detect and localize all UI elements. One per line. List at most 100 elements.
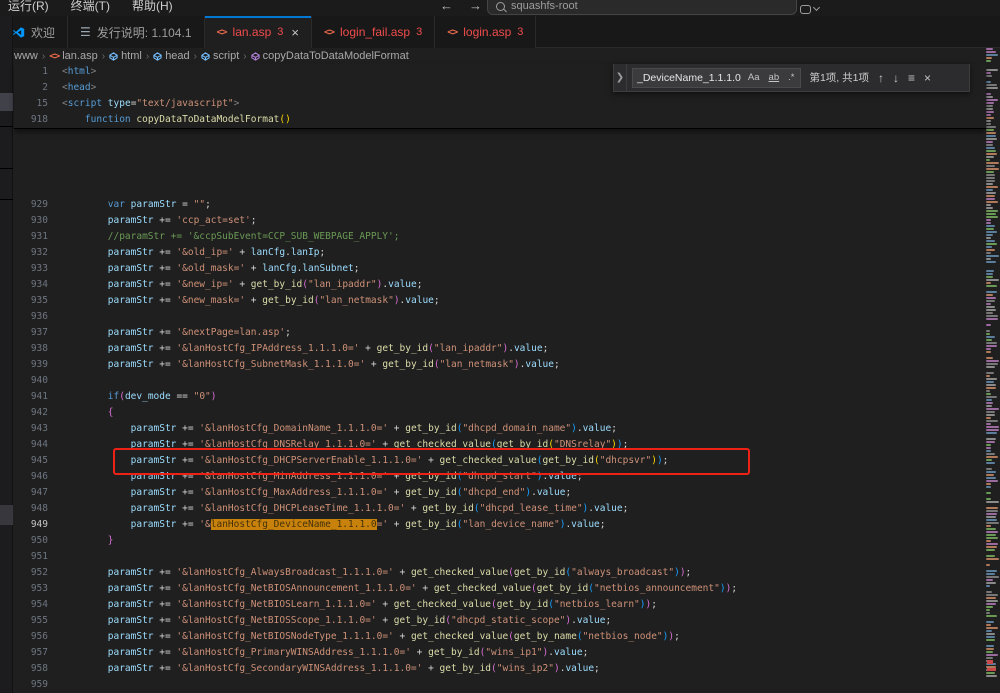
line-number: 939 bbox=[14, 357, 62, 373]
code-file-icon: <> bbox=[217, 27, 227, 38]
breadcrumb-item[interactable]: script bbox=[201, 50, 239, 62]
chevron-down-icon[interactable] bbox=[813, 4, 820, 11]
find-in-selection-icon[interactable]: ≡ bbox=[908, 71, 915, 85]
tab-发行说明: 1.104.1[interactable]: ☰ 发行说明: 1.104.1 bbox=[68, 16, 204, 48]
code-line-952[interactable]: 952 paramStr += '&lanHostCfg_AlwaysBroad… bbox=[14, 565, 986, 581]
code-line-950[interactable]: 950 } bbox=[14, 533, 986, 549]
vscode-window: 运行(R) 终端(T) 帮助(H) ← → squashfs-root 欢迎 ☰ 发… bbox=[0, 0, 1000, 693]
problem-count-badge: 3 bbox=[277, 26, 283, 38]
close-tab-icon[interactable]: × bbox=[291, 25, 299, 40]
problem-count-badge: 3 bbox=[416, 26, 422, 38]
code-line-937[interactable]: 937 paramStr += '&nextPage=lan.asp'; bbox=[14, 325, 986, 341]
line-number: 931 bbox=[14, 229, 62, 245]
line-number: 1 bbox=[14, 64, 62, 80]
line-number: 935 bbox=[14, 293, 62, 309]
breadcrumb-item[interactable]: html bbox=[109, 50, 142, 62]
code-line-918[interactable]: 918 function copyDataToDataModelFormat() bbox=[14, 112, 986, 128]
code-line-956[interactable]: 956 paramStr += '&lanHostCfg_NetBIOSNode… bbox=[14, 629, 986, 645]
annotation-red-box bbox=[113, 448, 750, 475]
line-number: 941 bbox=[14, 389, 62, 405]
tab-login_fail.asp[interactable]: <> login_fail.asp 3 bbox=[312, 16, 435, 48]
line-number: 949 bbox=[14, 517, 62, 533]
code-line-932[interactable]: 932 paramStr += '&old_ip=' + lanCfg.lanI… bbox=[14, 245, 986, 261]
strip-mark bbox=[0, 505, 13, 525]
code-line-929[interactable]: 929 var paramStr = ""; bbox=[14, 197, 986, 213]
code-line-933[interactable]: 933 paramStr += '&old_mask=' + lanCfg.la… bbox=[14, 261, 986, 277]
line-number: 955 bbox=[14, 613, 62, 629]
breadcrumb: www› <>lan.asp› html› head› script› copy… bbox=[14, 48, 974, 64]
line-number: 940 bbox=[14, 373, 62, 389]
tab-bar: 欢迎 ☰ 发行说明: 1.104.1 <> lan.asp 3 × <> log… bbox=[0, 16, 1000, 48]
nav-back-icon[interactable]: ← bbox=[440, 0, 453, 13]
line-number: 954 bbox=[14, 597, 62, 613]
code-line-954[interactable]: 954 paramStr += '&lanHostCfg_NetBIOSLear… bbox=[14, 597, 986, 613]
line-number: 930 bbox=[14, 213, 62, 229]
whole-word-icon[interactable]: ab bbox=[767, 71, 782, 84]
match-case-icon[interactable]: Aa bbox=[746, 71, 762, 84]
line-number: 937 bbox=[14, 325, 62, 341]
code-line-959[interactable]: 959 bbox=[14, 677, 986, 693]
line-number: 929 bbox=[14, 197, 62, 213]
left-panel-sliver bbox=[0, 16, 13, 693]
minimap[interactable] bbox=[986, 48, 1000, 693]
code-line-938[interactable]: 938 paramStr += '&lanHostCfg_IPAddress_1… bbox=[14, 341, 986, 357]
prev-match-button[interactable]: ↑ bbox=[878, 71, 884, 85]
nav-forward-icon[interactable]: → bbox=[469, 0, 482, 13]
breadcrumb-separator: › bbox=[194, 51, 197, 62]
find-query[interactable]: _DeviceName_1.1.1.0 bbox=[637, 72, 741, 84]
close-find-button[interactable]: × bbox=[924, 71, 931, 85]
line-number: 950 bbox=[14, 533, 62, 549]
next-match-button[interactable]: ↓ bbox=[893, 71, 899, 85]
code-line-15[interactable]: 15<script type="text/javascript"> bbox=[14, 96, 986, 112]
line-number: 953 bbox=[14, 581, 62, 597]
code-line-940[interactable]: 940 bbox=[14, 373, 986, 389]
menu-item[interactable]: 帮助(H) bbox=[128, 0, 177, 15]
editor[interactable]: 929 var paramStr = ""; 930 paramStr += '… bbox=[0, 64, 986, 693]
code-line-955[interactable]: 955 paramStr += '&lanHostCfg_NetBIOSScop… bbox=[14, 613, 986, 629]
code-line-948[interactable]: 948 paramStr += '&lanHostCfg_DHCPLeaseTi… bbox=[14, 501, 986, 517]
line-number: 947 bbox=[14, 485, 62, 501]
breadcrumb-item[interactable]: head bbox=[153, 50, 189, 62]
titlebar: 运行(R) 终端(T) 帮助(H) ← → squashfs-root bbox=[0, 0, 1000, 16]
find-input[interactable]: _DeviceName_1.1.1.0 Aa ab .* bbox=[632, 68, 801, 88]
code-lines[interactable]: 929 var paramStr = ""; 930 paramStr += '… bbox=[14, 128, 986, 693]
breadcrumb-item[interactable]: copyDataToDataModelFormat bbox=[251, 50, 409, 62]
code-line-958[interactable]: 958 paramStr += '&lanHostCfg_SecondaryWI… bbox=[14, 661, 986, 677]
toggle-replace-chevron[interactable]: ❯ bbox=[614, 64, 627, 92]
line-number: 15 bbox=[14, 96, 62, 112]
code-line-936[interactable]: 936 bbox=[14, 309, 986, 325]
breadcrumb-item[interactable]: <>lan.asp bbox=[49, 50, 98, 62]
code-line-951[interactable]: 951 bbox=[14, 549, 986, 565]
search-icon bbox=[496, 2, 505, 11]
code-line-957[interactable]: 957 paramStr += '&lanHostCfg_PrimaryWINS… bbox=[14, 645, 986, 661]
regex-icon[interactable]: .* bbox=[786, 71, 796, 84]
menubar: 运行(R) 终端(T) 帮助(H) bbox=[4, 0, 177, 15]
code-file-icon: <> bbox=[49, 51, 59, 62]
code-line-941[interactable]: 941 if(dev_mode == "0") bbox=[14, 389, 986, 405]
breadcrumb-item[interactable]: www bbox=[14, 50, 38, 62]
release-notes-icon: ☰ bbox=[80, 27, 91, 37]
html-symbol-icon bbox=[153, 52, 162, 61]
code-line-939[interactable]: 939 paramStr += '&lanHostCfg_SubnetMask_… bbox=[14, 357, 986, 373]
code-line-935[interactable]: 935 paramStr += '&new_mask=' + get_by_id… bbox=[14, 293, 986, 309]
code-line-931[interactable]: 931 //paramStr += '&ccpSubEvent=CCP_SUB_… bbox=[14, 229, 986, 245]
code-line-934[interactable]: 934 paramStr += '&new_ip=' + get_by_id("… bbox=[14, 277, 986, 293]
menu-item[interactable]: 运行(R) bbox=[4, 0, 53, 15]
copilot-icon[interactable] bbox=[800, 5, 811, 14]
line-number: 938 bbox=[14, 341, 62, 357]
line-number: 943 bbox=[14, 421, 62, 437]
strip-mark bbox=[0, 93, 13, 111]
html-symbol-icon bbox=[109, 52, 118, 61]
code-line-947[interactable]: 947 paramStr += '&lanHostCfg_MaxAddress_… bbox=[14, 485, 986, 501]
code-line-930[interactable]: 930 paramStr += 'ccp_act=set'; bbox=[14, 213, 986, 229]
code-line-949[interactable]: 949 paramStr += '&lanHostCfg_DeviceName_… bbox=[14, 517, 986, 533]
line-number: 934 bbox=[14, 277, 62, 293]
line-number: 946 bbox=[14, 469, 62, 485]
code-line-943[interactable]: 943 paramStr += '&lanHostCfg_DomainName_… bbox=[14, 421, 986, 437]
menu-item[interactable]: 终端(T) bbox=[67, 0, 114, 15]
command-center-search[interactable]: squashfs-root bbox=[487, 0, 797, 15]
tab-lan.asp[interactable]: <> lan.asp 3 × bbox=[205, 16, 312, 48]
tab-login.asp[interactable]: <> login.asp 3 bbox=[435, 16, 536, 48]
code-line-942[interactable]: 942 { bbox=[14, 405, 986, 421]
code-line-953[interactable]: 953 paramStr += '&lanHostCfg_NetBIOSAnno… bbox=[14, 581, 986, 597]
